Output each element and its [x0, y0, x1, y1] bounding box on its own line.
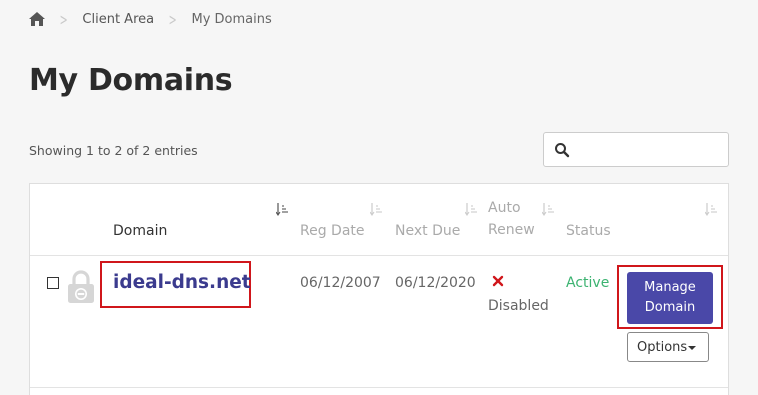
row-divider: [30, 387, 728, 388]
header-divider: [30, 255, 728, 256]
page-title: My Domains: [29, 63, 233, 98]
auto-renew-status: Disabled: [488, 298, 549, 314]
close-x-icon: [492, 275, 504, 287]
column-header-auto-renew[interactable]: Auto Renew: [488, 197, 548, 241]
options-label: Options: [637, 339, 688, 355]
sort-desc-icon[interactable]: [276, 202, 288, 216]
reg-date-cell: 06/12/2007: [300, 275, 381, 291]
next-due-cell: 06/12/2020: [395, 275, 476, 291]
breadcrumb-client-area[interactable]: Client Area: [82, 12, 154, 27]
status-badge: Active: [566, 275, 610, 291]
sort-icon[interactable]: [370, 202, 382, 216]
auto-renew-header-line1: Auto: [488, 200, 521, 216]
domain-link[interactable]: ideal-dns.net: [113, 272, 251, 293]
breadcrumb-separator: >: [59, 9, 68, 29]
column-header-next-due[interactable]: Next Due: [395, 220, 460, 242]
entries-count-text: Showing 1 to 2 of 2 entries: [29, 143, 198, 158]
home-icon[interactable]: [29, 12, 45, 26]
column-header-status[interactable]: Status: [566, 220, 611, 242]
breadcrumb-separator: >: [168, 9, 177, 29]
manage-domain-button[interactable]: Manage Domain: [627, 272, 713, 324]
breadcrumb: > Client Area > My Domains: [29, 9, 272, 29]
search-icon: [555, 143, 570, 158]
breadcrumb-my-domains: My Domains: [191, 11, 272, 27]
column-header-reg-date[interactable]: Reg Date: [300, 220, 365, 242]
caret-down-icon: [688, 346, 696, 350]
manage-button-line2: Domain: [644, 300, 696, 315]
row-select-checkbox[interactable]: [47, 277, 59, 289]
options-dropdown-button[interactable]: Options: [627, 332, 709, 362]
sort-icon[interactable]: [705, 202, 717, 216]
column-header-domain[interactable]: Domain: [113, 220, 167, 242]
domains-table: Domain Reg Date Next Due Auto Renew Stat…: [29, 183, 729, 395]
search-box[interactable]: [543, 132, 729, 167]
search-input[interactable]: [576, 139, 721, 161]
auto-renew-header-line2: Renew: [488, 222, 535, 238]
manage-button-line1: Manage: [644, 280, 696, 295]
sort-icon[interactable]: [465, 202, 477, 216]
lock-disabled-icon: [68, 270, 94, 303]
